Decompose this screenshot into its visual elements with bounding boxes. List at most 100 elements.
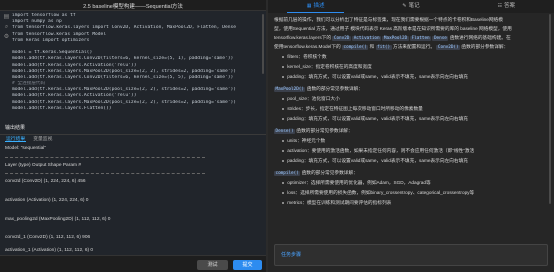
task-steps-panel[interactable]: 任务步骤 bbox=[274, 244, 548, 266]
task-steps-label: 任务步骤 bbox=[281, 252, 302, 258]
code-tag: Dense() bbox=[274, 129, 296, 134]
code-line: model.add(tf.keras.layers.Conv2D(filters… bbox=[12, 56, 234, 62]
tab-notes[interactable]: ✎ 笔记 bbox=[363, 0, 458, 13]
code-line: model.add(tf.keras.layers.MaxPool2D(pool… bbox=[12, 68, 237, 74]
code-tag: Flatten bbox=[410, 36, 432, 41]
bullet bbox=[282, 75, 285, 78]
tab-run-result[interactable]: 运行结果 bbox=[5, 134, 27, 142]
answer-icon: ☷ bbox=[497, 3, 503, 9]
bullet bbox=[282, 149, 285, 152]
text: 函数的部分常见参数详解： bbox=[301, 170, 358, 175]
param-item: metrics：模型在训练和测试期间要评估的指标列表 bbox=[282, 200, 391, 206]
intro-line: 使用tensorflow.keras.Model下的 compile() 和 f… bbox=[274, 44, 508, 50]
param-text: activation：要使用的激活函数，如果未指定任何内容，则不会应用任何激活（… bbox=[287, 148, 475, 153]
param-text: padding：填充方式，可以设置valid或same，valid表示不填充，s… bbox=[287, 74, 468, 79]
bullet bbox=[282, 65, 285, 68]
action-bar: 测试 提交 bbox=[0, 255, 266, 272]
output-line: Layer (type) Output Shape Param # bbox=[5, 163, 81, 168]
code-line: from tensorflow.keras.layers import Conv… bbox=[12, 25, 237, 31]
section-heading: MaxPool2D() 函数的部分常见参数详解： bbox=[274, 86, 363, 92]
code-editor[interactable]: import tensorflow as tf import numpy as n… bbox=[12, 13, 264, 133]
intro-line: 根据前几层的操作，我们可以分析出了特征是与标签集，现在我们需要根据一个特点的卡卷… bbox=[274, 17, 503, 22]
bullet bbox=[282, 107, 285, 110]
code-line: model.add(tf.keras.layers.MaxPool2D(pool… bbox=[12, 99, 237, 105]
bullet bbox=[282, 55, 285, 58]
code-tag: MaxPool2D() bbox=[274, 87, 306, 92]
window-title: 2.5 baseline模型构建——Sequential方法 bbox=[83, 4, 183, 10]
file-icon[interactable]: ▤ bbox=[3, 14, 10, 21]
tab-variable-watch[interactable]: 变量监视 bbox=[32, 134, 53, 142]
output-line: max_pooling2d (MaxPooling2D) (1, 112, 11… bbox=[5, 217, 111, 222]
text: 函数进行网络的基础构建。在 bbox=[449, 35, 511, 40]
param-item: padding：填充方式，可以设置valid或same，valid表示不填充，s… bbox=[282, 74, 468, 80]
description-scrollbar[interactable] bbox=[549, 14, 551, 204]
bullet bbox=[282, 139, 285, 142]
search-icon[interactable]: ⌕ bbox=[3, 24, 10, 31]
param-item: loss：选择所需要使用的损失函数，例如binary_crossentropy、… bbox=[282, 190, 474, 196]
code-line: model.add(tf.keras.layers.Conv2D(filters… bbox=[12, 74, 234, 80]
section-heading: compile() 函数的部分常见参数详解： bbox=[274, 170, 358, 176]
code-tag: Dense bbox=[432, 36, 449, 41]
param-item: pool_size：池化窗口大小 bbox=[282, 96, 340, 102]
code-tag: Activation bbox=[352, 36, 382, 41]
instructions-pane: ▦ 描述 ✎ 笔记 ☷ 答案 根据前几层的操作，我们可以分析出了特征是与标签集，现在我… bbox=[268, 0, 554, 272]
param-text: padding：填充方式，可以设置valid或same，valid表示不填充，s… bbox=[287, 158, 468, 163]
output-separator bbox=[5, 173, 205, 174]
output-line: activation (Activation) (1, 224, 224, 6)… bbox=[5, 198, 89, 203]
output-console: Model: "sequential" Layer (type) Output … bbox=[5, 146, 261, 254]
notes-icon: ✎ bbox=[402, 3, 407, 9]
code-tag: MaxPool2D bbox=[382, 36, 409, 41]
param-text: loss：选择所需要使用的损失函数，例如binary_crossentropy、… bbox=[287, 190, 475, 195]
output-line: Model: "sequential" bbox=[5, 146, 47, 151]
text: 函数的部分常见参数详解： bbox=[306, 86, 364, 91]
output-tabs: 运行结果 变量监视 bbox=[5, 134, 53, 142]
code-tag: Conv2D() bbox=[436, 45, 461, 50]
tab-description[interactable]: ▦ 描述 bbox=[268, 0, 363, 13]
description-icon: ▦ bbox=[306, 3, 312, 9]
param-text: pool_size：池化窗口大小 bbox=[287, 96, 340, 101]
code-tag: compile() bbox=[274, 171, 301, 176]
param-text: units：神经元个数 bbox=[287, 138, 326, 143]
text: 使用tensorflow.keras.Model下的 bbox=[274, 44, 341, 49]
intro-line: 型，使用Sequential 方法，通过用子 模块代码表示 Keras 高阶版本… bbox=[274, 26, 512, 31]
param-item: padding：填充方式，可以设置valid或same，valid表示不填充，s… bbox=[282, 158, 468, 164]
tab-label: 答案 bbox=[504, 3, 516, 9]
param-text: metrics：模型在训练和测试期间要评估的指标列表 bbox=[287, 200, 392, 205]
bullet bbox=[282, 117, 285, 120]
right-tabs: ▦ 描述 ✎ 笔记 ☷ 答案 bbox=[268, 0, 554, 13]
param-text: filters：卷积核个数 bbox=[287, 54, 327, 59]
output-separator bbox=[5, 157, 205, 158]
output-line: conv2d_1 (Conv2D) (1, 112, 112, 6) 906 bbox=[5, 235, 91, 240]
bullet bbox=[282, 97, 285, 100]
param-text: kernel_size：指定卷积核在的高度和宽度 bbox=[287, 64, 372, 69]
submit-button[interactable]: 提交 bbox=[233, 260, 262, 270]
output-line: conv2d (Conv2D) (1, 224, 224, 6) 456 bbox=[5, 179, 86, 184]
param-item: kernel_size：指定卷积核在的高度和宽度 bbox=[282, 64, 372, 70]
text: 和 bbox=[369, 44, 375, 49]
param-item: strides：步长，指定在特征图上每次移动窗口时所移动的像素数量 bbox=[282, 106, 423, 112]
editor-title-bar: 2.5 baseline模型构建——Sequential方法 bbox=[0, 0, 266, 11]
code-tag: Conv2D bbox=[332, 36, 351, 41]
tab-label: 笔记 bbox=[408, 3, 420, 9]
settings-icon[interactable]: ⚙ bbox=[3, 34, 10, 41]
tab-answer[interactable]: ☷ 答案 bbox=[459, 0, 554, 13]
description-content: 根据前几层的操作，我们可以分析出了特征是与标签集，现在我们需要根据一个特点的卡卷… bbox=[274, 17, 546, 243]
bullet bbox=[282, 181, 285, 184]
text: 函数的部分参数详解： bbox=[461, 44, 509, 49]
test-button[interactable]: 测试 bbox=[197, 260, 228, 270]
bullet bbox=[282, 191, 285, 194]
tab-label: 描述 bbox=[313, 3, 325, 9]
param-text: strides：步长，指定在特征图上每次移动窗口时所移动的像素数量 bbox=[287, 106, 423, 111]
bullet bbox=[282, 201, 285, 204]
code-editor-pane: 2.5 baseline模型构建——Sequential方法 ▤ ⌕ ⚙ imp… bbox=[0, 0, 266, 272]
param-item: filters：卷积核个数 bbox=[282, 54, 327, 60]
output-line: activation_1 (Activation) (1, 112, 112, … bbox=[5, 248, 94, 253]
code-tag: fit() bbox=[375, 45, 392, 50]
param-item: units：神经元个数 bbox=[282, 138, 325, 144]
text: tensorflow.keras.layers下的 bbox=[274, 35, 332, 40]
text: 函数的部分常见参数详解： bbox=[296, 128, 353, 133]
param-item: activation：要使用的激活函数，如果未指定任何内容，则不会应用任何激活（… bbox=[282, 148, 474, 154]
code-tag: compile() bbox=[342, 45, 369, 50]
editor-scrollbar[interactable] bbox=[262, 14, 264, 74]
code-line: model.add(tf.keras.layers.Flatten()) bbox=[12, 105, 112, 111]
